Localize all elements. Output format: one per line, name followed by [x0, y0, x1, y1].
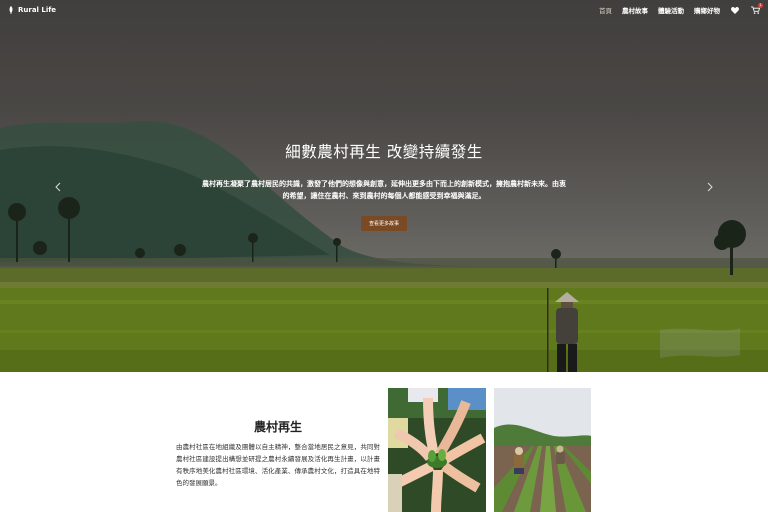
- hero-title: 細數農村再生 改變持續發生: [285, 143, 483, 161]
- intro-text-block: 農村再生 由農村社區在地組織及團體以自主精神，整合當地居民之意見，共同對農村社區…: [176, 418, 380, 489]
- nav-item-stories[interactable]: 農村故事: [622, 5, 648, 15]
- intro-title: 農村再生: [253, 420, 302, 434]
- nav-item-home[interactable]: 首頁: [599, 5, 612, 15]
- brand-logo[interactable]: Rural Life: [8, 6, 56, 14]
- heart-icon[interactable]: [730, 5, 740, 15]
- nav-item-shop[interactable]: 購鄉好物: [694, 5, 720, 15]
- farm-field-photo: [494, 388, 591, 512]
- intro-body: 由農村社區在地組織及團體以自主精神，整合當地居民之意見，共同對農村社區建設提出構…: [176, 443, 380, 487]
- hero-content: 細數農村再生 改變持續發生 農村再生凝聚了農村居民的共識，激發了他們的想像與創意…: [0, 140, 768, 231]
- brand-name: Rural Life: [18, 6, 57, 14]
- hands-seedling-photo: [388, 388, 486, 512]
- leaf-icon: [9, 6, 13, 14]
- more-stories-button[interactable]: 查看更多故事: [360, 216, 407, 231]
- hero-banner: Rural Life 首頁 農村故事 體驗活動 購鄉好物 1 細數農村再生 改變…: [0, 0, 768, 372]
- nav-item-activities[interactable]: 體驗活動: [658, 5, 684, 15]
- cart-icon[interactable]: 1: [750, 3, 763, 15]
- hero-description: 農村再生凝聚了農村居民的共識，激發了他們的想像與創意，延伸出更多由下而上的創新模…: [202, 180, 566, 200]
- top-navigation: Rural Life 首頁 農村故事 體驗活動 購鄉好物 1: [0, 0, 768, 20]
- nav-menu: 首頁 農村故事 體驗活動 購鄉好物 1: [599, 3, 763, 15]
- cart-count-badge: 1: [758, 3, 763, 8]
- intro-section: 農村再生 由農村社區在地組織及團體以自主精神，整合當地居民之意見，共同對農村社區…: [0, 372, 768, 512]
